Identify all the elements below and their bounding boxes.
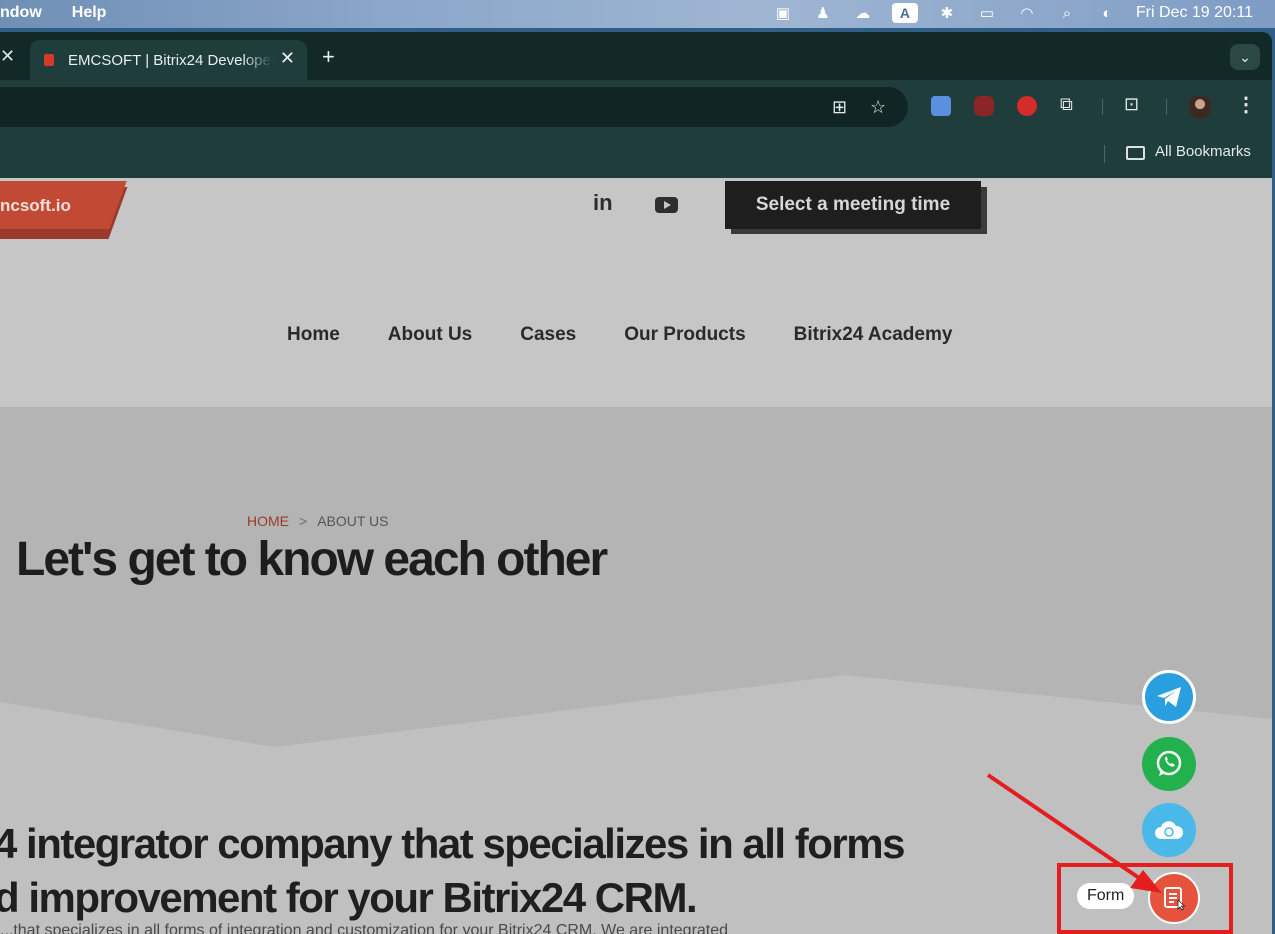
battery-icon[interactable]: ▭ bbox=[976, 4, 998, 22]
nav-about-us[interactable]: About Us bbox=[388, 324, 472, 346]
site-top-bar: ncsoft.io in Select a meeting time bbox=[0, 178, 1272, 263]
nav-our-products[interactable]: Our Products bbox=[624, 324, 745, 346]
select-meeting-time-button[interactable]: Select a meeting time bbox=[725, 181, 981, 229]
web-page: ncsoft.io in Select a meeting time Home … bbox=[0, 178, 1272, 934]
spotlight-search-icon[interactable]: ⌕ bbox=[1056, 4, 1078, 22]
cloud-clock-icon bbox=[1155, 821, 1184, 839]
new-tab-button[interactable]: + bbox=[322, 44, 335, 70]
bookmarks-bar: All Bookmarks bbox=[0, 130, 1272, 178]
tab-close-icon[interactable]: ✕ bbox=[280, 48, 295, 69]
email-text: ncsoft.io bbox=[0, 196, 71, 215]
translate-icon[interactable]: ⊞ bbox=[832, 97, 847, 118]
input-source-icon[interactable]: A bbox=[891, 3, 918, 23]
browser-window: ✕ EMCSOFT | Bitrix24 Developer ✕ + ⌄ ⊞ ☆… bbox=[0, 32, 1272, 934]
tab-emcsoft[interactable]: EMCSOFT | Bitrix24 Developer ✕ bbox=[30, 40, 307, 80]
intro-line-2: d improvement for your Bitrix24 CRM. bbox=[0, 874, 698, 921]
breadcrumb: HOME > ABOUT US bbox=[247, 513, 389, 529]
browser-toolbar: ⊞ ☆ ⧉ ⊡ ⋮ bbox=[0, 80, 1272, 130]
site-navigation: Home About Us Cases Our Products Bitrix2… bbox=[0, 263, 1272, 407]
youtube-icon[interactable] bbox=[655, 197, 678, 213]
weather-icon[interactable]: ☁ bbox=[852, 4, 874, 22]
toolbar-divider bbox=[1166, 99, 1167, 115]
user-lock-icon[interactable]: ♟ bbox=[812, 4, 834, 22]
nav-bitrix24-academy[interactable]: Bitrix24 Academy bbox=[794, 324, 953, 346]
macos-menu-bar: ndow Help ▣ ♟ ☁ A ✱ ▭ ◠ ⌕ ◐ Fri Dec 19 2… bbox=[0, 0, 1275, 28]
tab-title: EMCSOFT | Bitrix24 Developer bbox=[68, 51, 273, 69]
browser-menu-icon[interactable]: ⋮ bbox=[1236, 92, 1256, 117]
extension-opera-icon[interactable] bbox=[1017, 96, 1037, 116]
wifi-icon[interactable]: ◠ bbox=[1016, 4, 1038, 22]
extension-adobe-icon[interactable] bbox=[974, 96, 994, 116]
breadcrumb-home-link[interactable]: HOME bbox=[247, 513, 289, 529]
extension-docs-icon[interactable] bbox=[931, 96, 951, 116]
whatsapp-button[interactable] bbox=[1142, 737, 1196, 791]
video-camera-icon[interactable]: ▣ bbox=[772, 4, 794, 22]
menu-window[interactable]: ndow bbox=[0, 4, 42, 22]
control-center-icon[interactable]: ◐ bbox=[1096, 4, 1118, 22]
linkedin-icon[interactable]: in bbox=[593, 190, 613, 216]
extensions-puzzle-icon[interactable]: ⧉ bbox=[1060, 94, 1073, 115]
bookmarks-divider bbox=[1104, 145, 1105, 163]
breadcrumb-current: ABOUT US bbox=[317, 513, 389, 529]
nav-cases[interactable]: Cases bbox=[520, 324, 576, 346]
callback-cloud-button[interactable] bbox=[1142, 803, 1196, 857]
intro-body-text: ...that specializes in all forms of inte… bbox=[0, 922, 729, 934]
intro-heading: 4 integrator company that specializes in… bbox=[0, 817, 905, 925]
folder-icon bbox=[1126, 146, 1145, 160]
favicon-icon bbox=[44, 54, 54, 66]
bookmark-star-icon[interactable]: ☆ bbox=[870, 97, 886, 118]
menu-bar-clock[interactable]: Fri Dec 19 20:11 bbox=[1136, 4, 1253, 22]
profile-avatar[interactable] bbox=[1188, 95, 1212, 119]
intro-line-1: 4 integrator company that specializes in… bbox=[0, 820, 905, 867]
tab-strip: ✕ EMCSOFT | Bitrix24 Developer ✕ + ⌄ bbox=[0, 32, 1272, 80]
address-bar[interactable]: ⊞ ☆ bbox=[0, 87, 908, 127]
bluetooth-icon[interactable]: ✱ bbox=[936, 4, 958, 22]
toolbar-divider bbox=[1102, 99, 1103, 115]
tab-search-chevron-icon[interactable]: ⌄ bbox=[1230, 44, 1260, 70]
nav-home[interactable]: Home bbox=[287, 324, 340, 346]
email-badge[interactable]: ncsoft.io bbox=[0, 181, 140, 239]
breadcrumb-separator-icon: > bbox=[299, 513, 308, 529]
annotation-highlight-box bbox=[1057, 863, 1233, 934]
menu-help[interactable]: Help bbox=[72, 4, 107, 22]
previous-tab-close-icon[interactable]: ✕ bbox=[0, 46, 15, 67]
hero-section: HOME > ABOUT US Let's get to know each o… bbox=[0, 407, 1272, 934]
all-bookmarks-link[interactable]: All Bookmarks bbox=[1155, 143, 1251, 160]
whatsapp-icon bbox=[1156, 750, 1182, 776]
page-title: Let's get to know each other bbox=[16, 533, 608, 586]
telegram-icon bbox=[1157, 687, 1181, 707]
screenshot-lens-icon[interactable]: ⊡ bbox=[1124, 94, 1139, 115]
telegram-button[interactable] bbox=[1142, 670, 1196, 724]
